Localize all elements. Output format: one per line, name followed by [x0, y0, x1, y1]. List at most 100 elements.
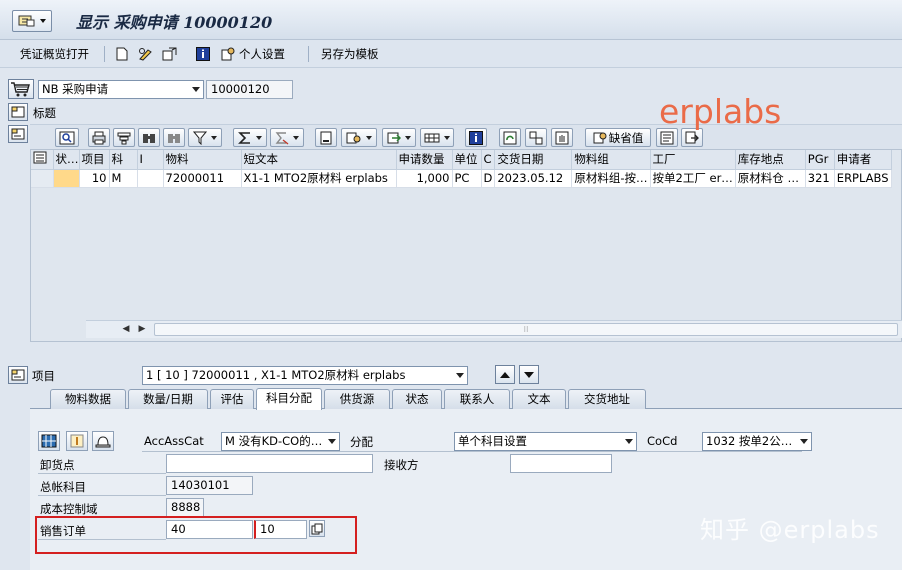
info-button[interactable] — [196, 45, 210, 63]
export-icon — [387, 132, 401, 143]
other-document-button[interactable] — [162, 45, 178, 63]
requisitioner-cell[interactable]: ERPLABS — [834, 169, 892, 188]
column-header[interactable]: 物料组 — [571, 150, 651, 170]
tab-valuation[interactable]: 评估 — [210, 389, 254, 409]
unloading-point-field[interactable] — [166, 454, 373, 473]
column-header[interactable]: 物料 — [163, 150, 242, 170]
subtotal-button[interactable] — [270, 128, 304, 147]
scrollbar-thumb[interactable]: ⁝⁝ — [154, 323, 898, 336]
single-account-assignment-button[interactable] — [66, 431, 88, 451]
purchasing-group-cell[interactable]: 321 — [805, 169, 835, 188]
info-icon — [196, 47, 210, 61]
export-button[interactable] — [382, 128, 416, 147]
settings-icon — [221, 47, 235, 61]
find-button[interactable] — [138, 128, 160, 147]
document-number-field[interactable]: 10000120 — [206, 80, 293, 99]
sort-button[interactable] — [113, 128, 135, 147]
column-header[interactable]: 科 — [109, 150, 138, 170]
refresh-button[interactable] — [499, 128, 521, 147]
tab-material-data[interactable]: 物料数据 — [50, 389, 126, 409]
shopping-cart-button[interactable] — [8, 79, 34, 99]
item-category-cell[interactable] — [137, 169, 164, 188]
item-select[interactable]: 1 [ 10 ] 72000011 , X1-1 MTO2原材料 erplabs — [142, 366, 468, 385]
save-as-template-button[interactable]: 另存为模板 — [321, 45, 379, 63]
column-header[interactable]: 库存地点 — [735, 150, 806, 170]
column-header[interactable]: 交货日期 — [494, 150, 573, 170]
tab-texts[interactable]: 文本 — [512, 389, 566, 409]
item-detail-collapse-button[interactable] — [8, 366, 28, 384]
delivery-date-cell[interactable]: 2023.05.12 — [494, 169, 573, 188]
distribution-select[interactable]: 单个科目设置 — [454, 432, 637, 451]
views-button[interactable] — [341, 128, 377, 147]
company-code-select[interactable]: 1032 按单2公… — [702, 432, 812, 451]
items-table: 状… 项目 科 I 物料 短文本 申请数量 单位 C 交货日期 物料组 工厂 库… — [30, 149, 902, 342]
document-type-select[interactable]: NB 采购申请 — [38, 80, 204, 99]
column-header[interactable]: 项目 — [79, 150, 110, 170]
acc-ass-cat-select[interactable]: M 没有KD-CO的… — [221, 432, 340, 451]
filter-icon — [193, 131, 207, 145]
system-menu-button[interactable] — [12, 10, 52, 32]
previous-item-button[interactable] — [495, 365, 515, 384]
chevron-down-icon — [211, 135, 217, 140]
layout-button[interactable] — [420, 128, 454, 147]
hand-button[interactable] — [551, 128, 573, 147]
tab-contact-person[interactable]: 联系人 — [444, 389, 510, 409]
account-details-button[interactable] — [92, 431, 114, 451]
plant-cell[interactable]: 按单2工厂 er… — [650, 169, 736, 188]
change-button[interactable] — [138, 45, 154, 63]
gl-account-field[interactable]: 14030101 — [166, 476, 253, 495]
copy-arrow-icon — [685, 131, 699, 143]
column-header[interactable]: I — [137, 150, 164, 170]
tab-delivery-address[interactable]: 交货地址 — [568, 389, 646, 409]
column-header[interactable]: 工厂 — [650, 150, 736, 170]
column-header[interactable]: 单位 — [452, 150, 482, 170]
tab-source-of-supply[interactable]: 供货源 — [324, 389, 390, 409]
sum-button[interactable] — [233, 128, 267, 147]
column-header[interactable]: 申请者 — [834, 150, 892, 170]
scroll-right-icon[interactable]: ▶ — [136, 323, 148, 336]
personal-settings-button[interactable]: 个人设置 — [221, 45, 285, 63]
co-area-field[interactable]: 8888 — [166, 498, 204, 517]
grid-info-button[interactable] — [465, 128, 487, 147]
storage-location-cell[interactable]: 原材料仓 … — [735, 169, 806, 188]
table-row[interactable]: 10 M 72000011 X1-1 MTO2原材料 erplabs 1,000… — [31, 169, 892, 188]
tab-status[interactable]: 状态 — [392, 389, 442, 409]
next-item-button[interactable] — [519, 365, 539, 384]
column-header[interactable]: 状… — [53, 150, 80, 170]
quantity-cell[interactable]: 1,000 — [396, 169, 453, 188]
document-overview-button[interactable]: 凭证概览打开 — [20, 45, 89, 63]
horizontal-scrollbar[interactable]: ◀ ▶ ⁝⁝ — [86, 320, 902, 338]
date-category-cell[interactable]: D — [481, 169, 496, 188]
column-header[interactable]: 短文本 — [241, 150, 397, 170]
header-expand-button[interactable] — [8, 103, 28, 121]
new-document-button[interactable] — [116, 45, 128, 63]
print-preview-button[interactable] — [88, 128, 110, 147]
column-header[interactable]: 申请数量 — [396, 150, 453, 170]
column-header[interactable]: C — [481, 150, 496, 170]
default-values-button[interactable]: 缺省值 — [585, 128, 651, 147]
document-type-value: NB 采购申请 — [42, 82, 109, 96]
tab-account-assignment[interactable]: 科目分配 — [256, 388, 322, 410]
short-text-cell[interactable]: X1-1 MTO2原材料 erplabs — [241, 169, 397, 188]
details-button[interactable] — [55, 128, 79, 147]
tab-quantities-dates[interactable]: 数量/日期 — [128, 389, 208, 409]
item-cell[interactable]: 10 — [79, 169, 110, 188]
items-collapse-button[interactable] — [8, 125, 28, 143]
views-icon — [346, 132, 361, 143]
unit-cell[interactable]: PC — [452, 169, 482, 188]
column-header[interactable]: PGr — [805, 150, 835, 170]
multiple-account-assignment-button[interactable] — [38, 431, 60, 451]
material-cell[interactable]: 72000011 — [163, 169, 242, 188]
recipient-field[interactable] — [510, 454, 612, 473]
application-toolbar: 凭证概览打开 个人设置 另存为模板 — [0, 40, 902, 68]
row-selector[interactable] — [31, 169, 54, 188]
partner-button[interactable] — [525, 128, 547, 147]
material-group-cell[interactable]: 原材料组-按… — [571, 169, 651, 188]
account-assignment-cell[interactable]: M — [109, 169, 138, 188]
find-next-button[interactable] — [163, 128, 185, 147]
print-button[interactable] — [315, 128, 337, 147]
scroll-left-icon[interactable]: ◀ — [120, 323, 132, 336]
company-code-label: CoCd — [647, 434, 678, 448]
select-all-column[interactable] — [31, 150, 54, 170]
filter-button[interactable] — [188, 128, 222, 147]
